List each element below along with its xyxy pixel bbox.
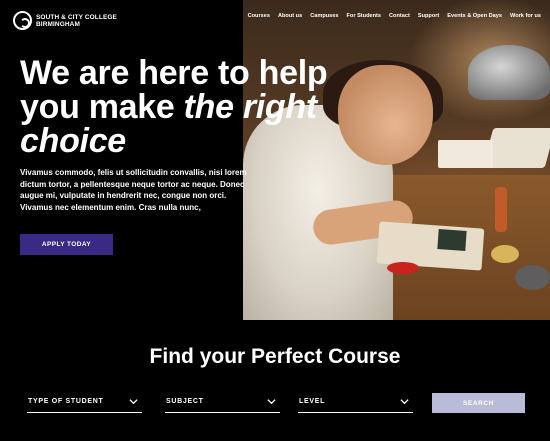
hero-photo: [243, 0, 550, 320]
type-of-student-label: TYPE OF STUDENT: [28, 398, 104, 405]
level-label: LEVEL: [299, 398, 326, 405]
nav-for-students[interactable]: For Students: [347, 13, 382, 19]
subject-label: SUBJECT: [166, 398, 204, 405]
search-button[interactable]: SEARCH: [432, 393, 525, 413]
course-finder: Find your Perfect Course TYPE OF STUDENT…: [0, 320, 550, 441]
logo-line-1: SOUTH & CITY COLLEGE: [36, 13, 117, 21]
nav-work-for-us[interactable]: Work for us: [510, 13, 541, 19]
chevron-down-icon: [400, 399, 409, 405]
top-nav: SOUTH & CITY COLLEGE BIRMINGHAM Courses …: [0, 0, 550, 40]
hero-intro: Vivamus commodo, felis ut sollicitudin c…: [20, 168, 247, 213]
tape-roll: [515, 265, 550, 290]
nav-support[interactable]: Support: [418, 13, 439, 19]
red-component: [387, 262, 419, 274]
logo-text: SOUTH & CITY COLLEGE BIRMINGHAM: [36, 14, 117, 28]
solder-spool: [491, 245, 519, 263]
microchip: [437, 229, 467, 251]
subject-select[interactable]: SUBJECT: [165, 393, 280, 413]
nav-campuses[interactable]: Campuses: [310, 13, 338, 19]
hero-section: SOUTH & CITY COLLEGE BIRMINGHAM Courses …: [0, 0, 550, 320]
nav-events-open-days[interactable]: Events & Open Days: [447, 13, 502, 19]
nav-contact[interactable]: Contact: [389, 13, 410, 19]
box: [438, 140, 493, 168]
desk-lamp: [468, 45, 550, 100]
logo-line-2: BIRMINGHAM: [36, 20, 80, 28]
type-of-student-select[interactable]: TYPE OF STUDENT: [27, 393, 142, 413]
apply-today-button[interactable]: APPLY TODAY: [20, 234, 113, 255]
chevron-down-icon: [267, 399, 276, 405]
main-menu: Courses About us Campuses For Students C…: [248, 13, 541, 19]
level-select[interactable]: LEVEL: [298, 393, 413, 413]
hero-headline: We are here to help you make the right c…: [20, 56, 350, 158]
nav-about-us[interactable]: About us: [278, 13, 302, 19]
finder-title: Find your Perfect Course: [149, 345, 401, 368]
nav-courses[interactable]: Courses: [248, 13, 270, 19]
college-logo[interactable]: SOUTH & CITY COLLEGE BIRMINGHAM: [13, 11, 117, 30]
bottle: [495, 187, 507, 232]
logo-icon: [13, 11, 32, 30]
chevron-down-icon: [129, 399, 138, 405]
student-face: [338, 65, 433, 165]
